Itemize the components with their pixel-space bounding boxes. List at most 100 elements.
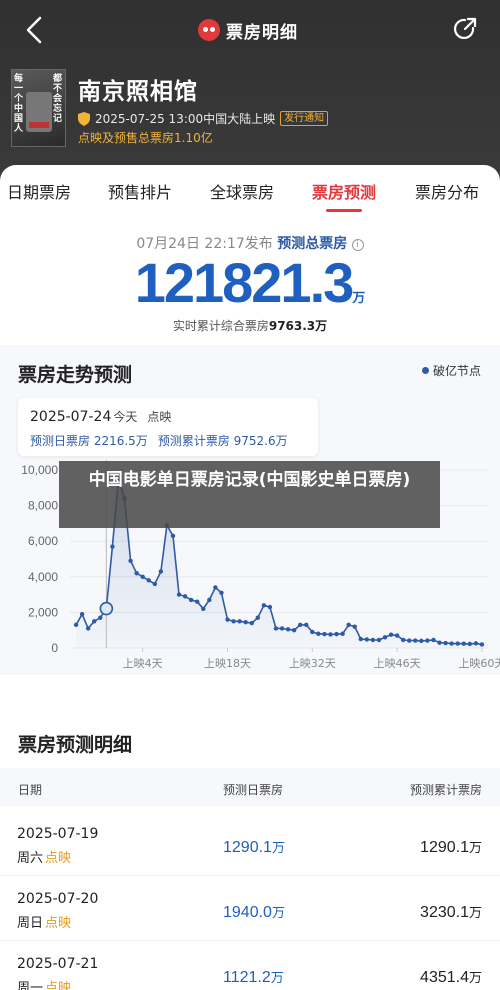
data-point [304,622,309,628]
tab-box-office-forecast[interactable]: 票房预测 [312,179,376,203]
data-point [382,635,388,640]
row-daily-unit: 万 [271,905,285,920]
detail-title: 票房预测明细 [18,734,133,756]
forecast-total-unit: 万 [352,291,366,306]
y-tick-label: 8,000 [28,499,58,513]
release-notice-badge[interactable]: 发行通知 [280,111,329,126]
tab-daily-box-office[interactable]: 日期票房 [7,179,71,203]
caption-overlay: 中国电影单日票房记录(中国影史单日票房) [59,461,440,528]
data-point [267,604,273,610]
data-point [261,603,267,608]
row-cumulative-unit: 万 [468,970,482,985]
row-cumulative-value: 3230.1 [420,904,469,921]
tab-presale-schedule[interactable]: 预售排片 [108,179,172,203]
row-weekday: 周六 点映 [17,847,71,866]
forecast-total-value: 121821.3 [134,251,355,314]
trend-title: 票房走势预测 [18,364,133,386]
data-point [249,620,254,626]
data-point [140,574,145,579]
data-point [79,611,85,617]
trend-legend: 破亿节点 [422,362,481,379]
data-point [461,641,466,646]
row-date: 2025-07-19 [17,826,99,842]
data-point [279,626,285,631]
release-date: 2025-07-25 13:00中国大陆上映 [95,112,276,126]
tab-bar: 日期票房 预售排片 全球票房 票房预测 票房分布 [0,165,500,215]
row-cumulative-value: 4351.4 [420,969,469,986]
table-row[interactable]: 2025-07-21 周一 点映 1121.2万 4351.4万 [0,942,500,990]
row-screening-tag: 点映 [45,916,72,931]
data-point [219,590,224,596]
back-arrow-icon[interactable] [22,15,48,45]
data-point [73,622,79,628]
row-daily-value: 1290.1 [223,839,272,856]
header-date: 日期 [18,783,43,797]
data-point [322,631,327,637]
nav-bar: 票房明细 [0,10,500,50]
header-cumulative-forecast: 预测累计票房 [409,783,482,797]
data-point [334,631,339,637]
legend-dot-icon [422,367,429,374]
row-daily-value: 1940.0 [223,904,272,921]
forecast-total: 121821.3万 [0,250,500,315]
data-point [370,637,376,643]
share-icon[interactable] [451,15,479,43]
data-point [443,640,448,646]
data-point [376,637,382,643]
tooltip-today: 今天 [113,410,138,424]
row-daily-value: 1121.2 [223,969,271,986]
row-cumulative-forecast: 4351.4万 [420,967,482,987]
tooltip-values: 预测日票房 2216.5万 预测累计票房 9752.6万 [30,432,298,449]
movie-header: 票房明细 每一个中国人 都不会忘记 南京照相馆 2025-07-25 13:00… [0,0,500,190]
row-daily-forecast: 1290.1万 [223,837,285,857]
poster-tagline-right: 都不会忘记 [53,74,63,124]
x-tick-label: 上映4天 [123,657,163,670]
data-point [388,632,394,637]
table-row[interactable]: 2025-07-20 周日 点映 1940.0万 3230.1万 [0,877,500,941]
row-cumulative-forecast: 1290.1万 [420,837,482,857]
active-tab-indicator [326,209,362,212]
data-point [182,594,188,599]
chart-tooltip: 2025-07-24 今天 点映 预测日票房 2216.5万 预测累计票房 9752.… [18,398,318,456]
data-point [231,619,236,624]
data-point [128,558,133,563]
data-point [413,638,418,643]
poster-title-mark [29,122,49,128]
data-point [473,641,479,646]
tooltip-date: 2025-07-24 [30,409,112,425]
tab-box-office-distribution[interactable]: 票房分布 [415,179,479,203]
data-point [207,597,212,603]
data-point [328,632,333,637]
x-tick-label: 上映46天 [374,657,421,670]
data-point [92,619,97,624]
data-point [316,631,321,636]
y-tick-label: 0 [51,641,58,655]
release-info: 2025-07-25 13:00中国大陆上映 发行通知 [78,110,329,127]
row-cumulative-unit: 万 [468,840,482,855]
tooltip-cumulative: 预测累计票房 9752.6万 [157,434,288,448]
tab-global-box-office[interactable]: 全球票房 [210,179,274,203]
data-point [273,626,279,631]
data-point [213,585,218,590]
data-point [455,641,460,646]
data-point [358,636,363,642]
table-row[interactable]: 2025-07-19 周六 点映 1290.1万 1290.1万 [0,812,500,876]
tooltip-date-line: 2025-07-24 今天 点映 [30,408,171,425]
row-cumulative-value: 1290.1 [420,839,469,856]
data-point [176,592,182,597]
row-screening-tag: 点映 [45,981,72,990]
data-point [425,638,430,643]
row-date: 2025-07-21 [17,956,99,972]
header-daily-forecast: 预测日票房 [223,783,284,797]
data-point [285,627,291,632]
milestone-marker [99,601,114,616]
row-cumulative-unit: 万 [468,905,482,920]
data-point [352,624,357,629]
movie-poster[interactable]: 每一个中国人 都不会忘记 [11,69,66,147]
data-point [419,638,424,644]
row-daily-unit: 万 [270,970,284,985]
data-point [188,597,194,603]
realtime-box-office: 实时累计综合票房9763.3万 [0,317,500,334]
data-point [291,628,297,633]
data-point [152,581,158,587]
